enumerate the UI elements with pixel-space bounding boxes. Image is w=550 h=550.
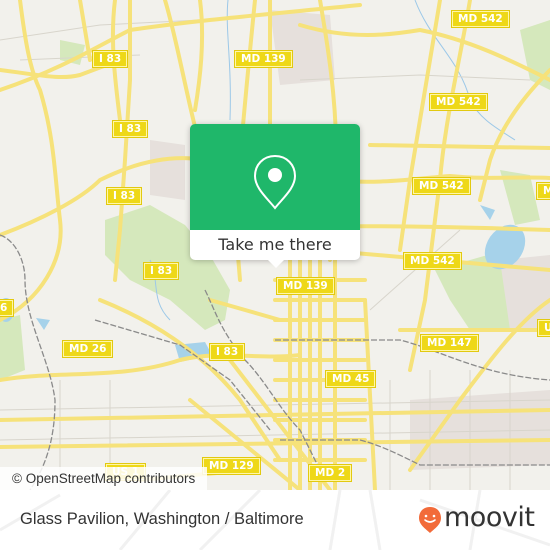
road-shield-md45: MD 45 bbox=[324, 370, 377, 388]
road-shield-partial: M bbox=[535, 182, 550, 200]
road-shield-md139: MD 139 bbox=[234, 50, 293, 68]
take-me-there-button[interactable]: Take me there bbox=[190, 230, 360, 260]
road-shield-md26: 6 bbox=[0, 299, 15, 317]
road-shield-md129: MD 129 bbox=[202, 457, 261, 475]
popup-header bbox=[190, 124, 360, 230]
map-attribution[interactable]: © OpenStreetMap contributors bbox=[0, 467, 208, 490]
location-popup: Take me there bbox=[190, 124, 360, 268]
road-shield-md147: MD 147 bbox=[420, 334, 479, 352]
road-shield-md542: MD 542 bbox=[429, 93, 488, 111]
map-view[interactable]: I 83 I 83 I 83 I 83 I 83 MD 139 MD 139 M… bbox=[0, 0, 550, 490]
road-shield-md542: MD 542 bbox=[412, 177, 471, 195]
road-shield-md139: MD 139 bbox=[276, 277, 335, 295]
road-shield-md2: MD 2 bbox=[307, 464, 353, 482]
road-shield-md26: MD 26 bbox=[61, 340, 114, 358]
moovit-wordmark: moovit bbox=[444, 502, 535, 533]
location-pin-icon bbox=[253, 154, 297, 210]
road-shield-i83: I 83 bbox=[91, 50, 129, 68]
road-shield-i83: I 83 bbox=[105, 187, 143, 205]
road-shield-i83: I 83 bbox=[142, 262, 180, 280]
moovit-pin-icon bbox=[419, 507, 441, 533]
road-shield-i83: I 83 bbox=[111, 120, 149, 138]
popup-pointer bbox=[268, 260, 284, 268]
road-shield-md542: MD 542 bbox=[403, 252, 462, 270]
road-shield-md542: MD 542 bbox=[451, 10, 510, 28]
footer-bar: Glass Pavilion, Washington / Baltimore m… bbox=[0, 490, 550, 550]
road-shield-i83: I 83 bbox=[208, 343, 246, 361]
place-name: Glass Pavilion, Washington / Baltimore bbox=[20, 510, 304, 528]
road-shield-partial: U bbox=[537, 319, 550, 337]
